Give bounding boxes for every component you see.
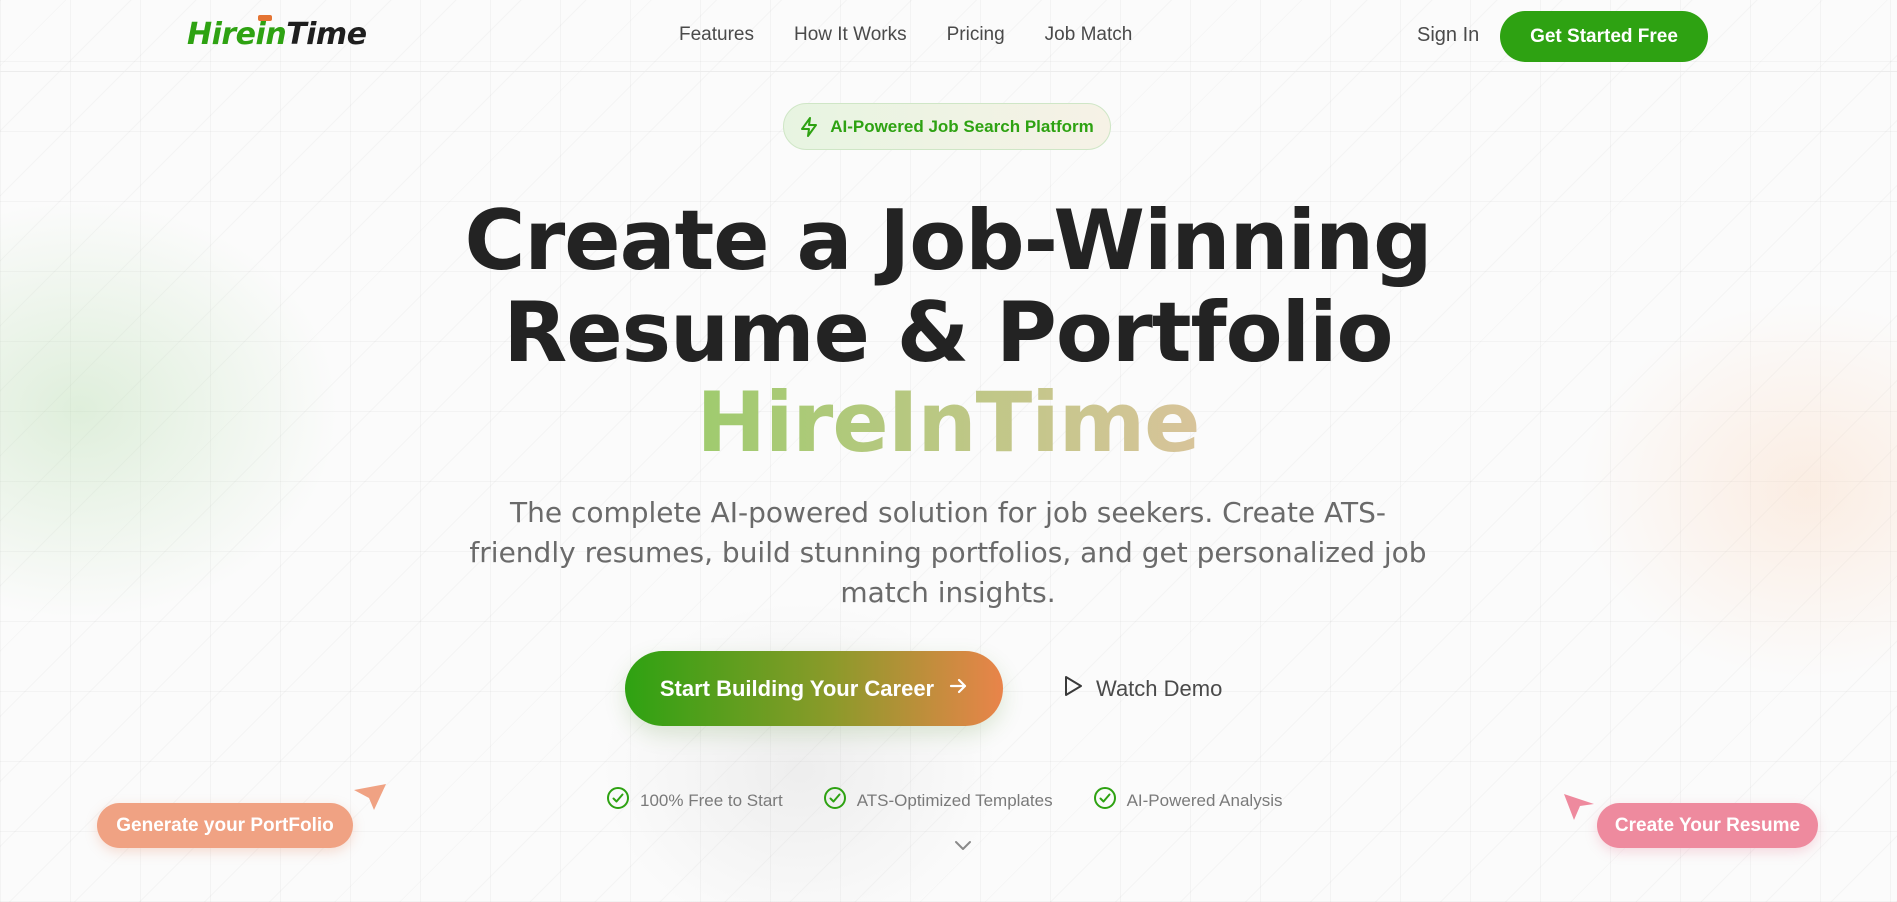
hero-headline: Create a Job-Winning Resume & Portfolio [348,195,1548,379]
nav-link-features[interactable]: Features [679,24,754,46]
cursor-arrow-icon [1562,792,1596,826]
create-resume-tag[interactable]: Create Your Resume [1597,803,1818,848]
play-icon [1062,674,1084,704]
badge-text: AI-Powered Job Search Platform [830,116,1094,136]
ai-platform-badge: AI-Powered Job Search Platform [783,103,1111,150]
nav-links: Features How It Works Pricing Job Match [679,24,1132,46]
logo-hire: Hire [187,17,256,52]
background-blob-right [1577,300,1897,680]
nav-link-job-match[interactable]: Job Match [1045,24,1133,46]
top-navbar: Hire in Time Features How It Works Prici… [0,0,1897,72]
check-circle-icon [823,786,847,815]
cursor-arrow-icon [352,782,388,816]
feature-text: AI-Powered Analysis [1126,790,1283,810]
headline-brand: HireInTime [348,377,1548,469]
get-started-button[interactable]: Get Started Free [1500,11,1708,62]
logo[interactable]: Hire in Time [187,15,367,57]
check-circle-icon [1093,786,1117,815]
feature-item: AI-Powered Analysis [1093,786,1283,815]
nav-link-how-it-works[interactable]: How It Works [794,24,907,46]
landing-page: Hire in Time Features How It Works Prici… [0,0,1897,902]
hero-subtitle: The complete AI-powered solution for job… [469,496,1427,609]
watch-demo-label: Watch Demo [1096,676,1223,701]
feature-item: ATS-Optimized Templates [823,786,1053,815]
start-building-button[interactable]: Start Building Your Career [625,651,1003,726]
background-blob-left [0,200,340,620]
nav-link-pricing[interactable]: Pricing [947,24,1005,46]
generate-portfolio-tag[interactable]: Generate your PortFolio [97,803,353,848]
feature-text: ATS-Optimized Templates [856,790,1053,810]
arrow-right-icon [948,676,968,702]
check-circle-icon [606,786,630,815]
chevron-down-icon[interactable] [951,836,975,860]
logo-time: Time [286,17,367,52]
headline-line-2: Resume & Portfolio [503,284,1393,381]
watch-demo-button[interactable]: Watch Demo [1062,670,1222,708]
sign-in-link[interactable]: Sign In [1417,24,1479,47]
logo-in: in [255,15,287,52]
lightning-icon [800,116,818,137]
feature-list: 100% Free to Start ATS-Optimized Templat… [606,786,1282,815]
headline-brand-text: HireInTime [696,374,1201,471]
background-blob-bottom [600,600,1000,902]
headline-line-1: Create a Job-Winning [464,192,1432,289]
feature-item: 100% Free to Start [606,786,783,815]
start-building-label: Start Building Your Career [659,675,935,701]
feature-text: 100% Free to Start [640,790,783,810]
